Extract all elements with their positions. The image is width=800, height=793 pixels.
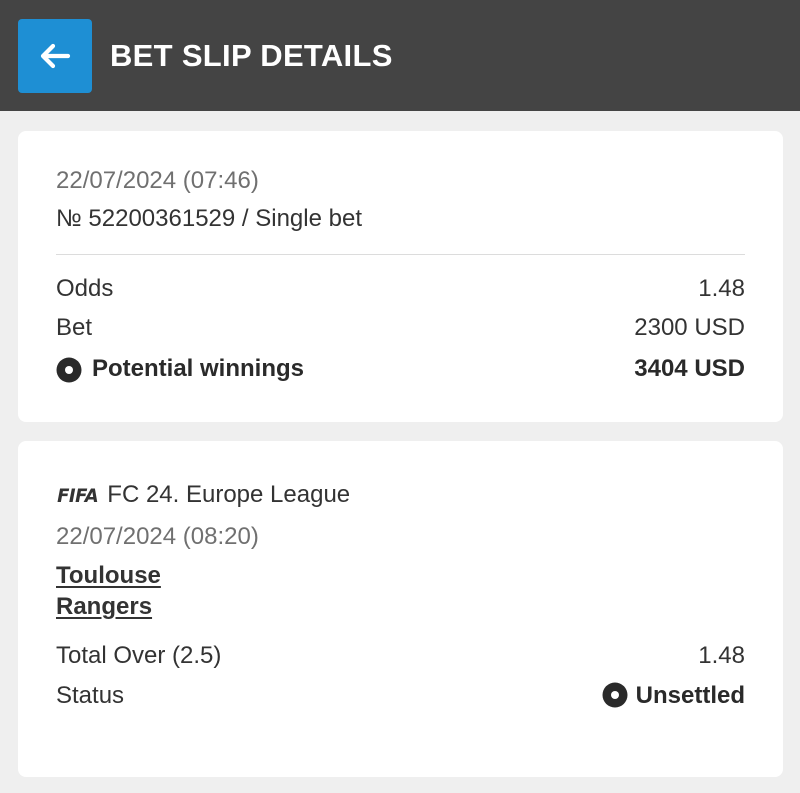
page-title: BET SLIP DETAILS — [110, 38, 393, 73]
bet-datetime: 22/07/2024 (07:46) — [56, 167, 259, 194]
back-button[interactable] — [18, 19, 92, 93]
status-value-group: Unsettled — [602, 681, 745, 711]
odds-label: Odds — [56, 275, 114, 302]
market-label: Total Over (2.5) — [56, 642, 222, 669]
status-label: Status — [56, 682, 125, 709]
top-app-bar: BET SLIP DETAILS — [0, 0, 800, 111]
odds-value: 1.48 — [698, 275, 745, 302]
status-value: Unsettled — [635, 682, 745, 709]
bet-id: № 52200361529 / Single bet — [56, 205, 362, 232]
team-home-link[interactable]: Toulouse — [56, 561, 161, 591]
bet-summary-card: 22/07/2024 (07:46) № 52200361529 / Singl… — [18, 131, 783, 422]
status-dot-icon — [56, 357, 82, 383]
status-dot-icon — [602, 682, 628, 708]
market-odds: 1.48 — [698, 642, 745, 669]
potential-winnings-value: 3404 USD — [634, 355, 745, 382]
fifa-logo: FIFA — [57, 485, 99, 507]
divider — [56, 254, 745, 255]
team-away-link[interactable]: Rangers — [56, 592, 152, 622]
league-name: FC 24. Europe League — [107, 481, 351, 508]
event-datetime: 22/07/2024 (08:20) — [56, 523, 259, 550]
bet-label: Bet — [56, 314, 93, 341]
event-league-row: FIFA FC 24. Europe League — [56, 480, 350, 511]
potential-winnings-label: Potential winnings — [92, 355, 305, 382]
arrow-left-icon — [40, 43, 71, 69]
bet-amount: 2300 USD — [634, 314, 745, 341]
event-card: FIFA FC 24. Europe League 22/07/2024 (08:… — [18, 441, 783, 777]
